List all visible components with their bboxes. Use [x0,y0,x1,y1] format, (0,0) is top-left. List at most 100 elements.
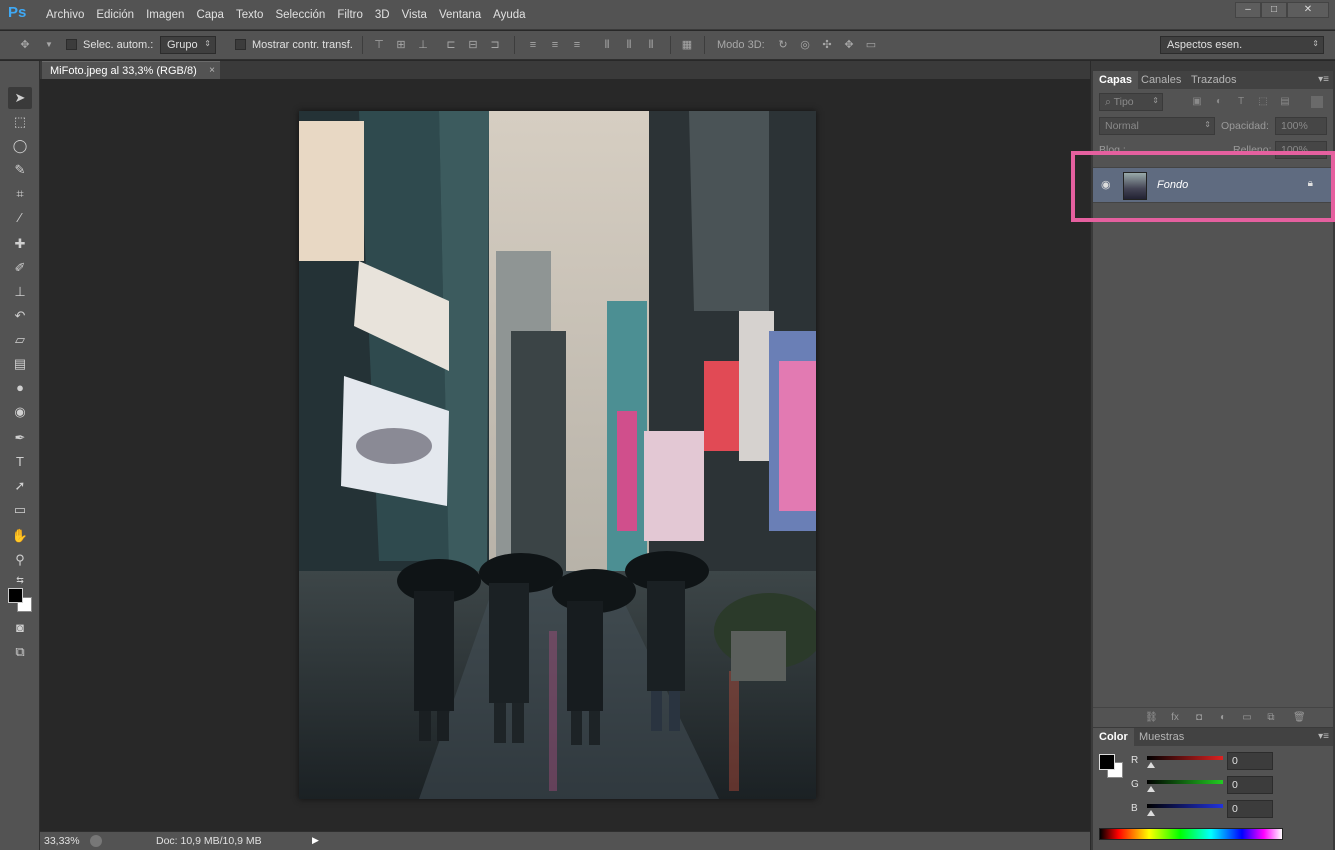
move-tool-preset-icon[interactable]: ✥ [18,38,32,52]
menu-ayuda[interactable]: Ayuda [487,9,531,21]
trash-icon[interactable]: 🗑︎ [1293,712,1306,724]
panel-menu-icon[interactable]: ▾≡ [1318,74,1329,85]
distribute-vcenter-icon[interactable]: ≡ [548,38,562,52]
channel-g-slider[interactable] [1147,780,1223,784]
maximize-button[interactable]: □ [1261,2,1287,18]
crop-tool-icon[interactable]: ⌗ [8,183,32,205]
menu-archivo[interactable]: Archivo [40,9,90,21]
close-icon[interactable]: × [209,65,215,76]
play-arrow-icon[interactable]: ▶ [312,835,319,846]
move-tool-icon[interactable]: ➤ [8,87,32,109]
eyedropper-tool-icon[interactable]: ⁄ [8,207,32,229]
minimize-button[interactable]: – [1235,2,1261,18]
clone-stamp-tool-icon[interactable]: ⊥ [8,281,32,303]
menu-3d[interactable]: 3D [369,9,396,21]
foreground-color-swatch[interactable] [1099,754,1115,770]
filter-type-icon[interactable]: T [1235,96,1247,108]
chevron-down-icon[interactable]: ▼ [42,38,56,52]
tab-canales[interactable]: Canales [1135,71,1187,89]
align-top-icon[interactable]: ⊤ [372,38,386,52]
tab-color[interactable]: Color [1093,728,1134,746]
slide-3d-icon[interactable]: ✥ [842,38,856,52]
path-selection-tool-icon[interactable]: ➚ [8,475,32,497]
link-layers-icon[interactable]: ⛓ [1145,712,1158,724]
color-spectrum-bar[interactable] [1099,828,1283,840]
channel-b-slider[interactable] [1147,804,1223,808]
new-group-icon[interactable]: ▭ [1241,712,1253,724]
menu-ventana[interactable]: Ventana [433,9,487,21]
workspace-dropdown[interactable]: Aspectos esen. ⇕ [1160,36,1324,54]
auto-select-dropdown[interactable]: Grupo ⇕ [160,36,216,54]
filter-smart-object-icon[interactable]: ▤ [1279,96,1291,108]
menu-imagen[interactable]: Imagen [140,9,190,21]
align-hcenter-icon[interactable]: ⊟ [466,38,480,52]
layer-filter-dropdown[interactable]: ⌕ Tipo ⇕ [1099,93,1163,111]
channel-r-knob[interactable] [1147,762,1155,768]
document-tab[interactable]: MiFoto.jpeg al 33,3% (RGB/8) × [42,61,220,79]
scale-3d-icon[interactable]: ▭ [864,38,878,52]
align-left-icon[interactable]: ⊏ [444,38,458,52]
channel-g-knob[interactable] [1147,786,1155,792]
new-layer-icon[interactable]: ⧉ [1265,712,1277,724]
type-tool-icon[interactable]: T [8,451,32,473]
menu-texto[interactable]: Texto [230,9,270,21]
document-image[interactable] [299,111,816,799]
fx-icon[interactable]: fx [1169,712,1181,724]
menu-edicion[interactable]: Edición [90,9,140,21]
rotate-3d-icon[interactable]: ↻ [776,38,790,52]
screen-mode-icon[interactable]: ⧉ [8,641,32,663]
eraser-tool-icon[interactable]: ▱ [8,329,32,351]
align-vcenter-icon[interactable]: ⊞ [394,38,408,52]
lasso-tool-icon[interactable]: ◯ [8,135,32,157]
show-transform-checkbox[interactable] [235,39,246,50]
close-button[interactable]: ✕ [1287,2,1329,18]
menu-capa[interactable]: Capa [190,9,230,21]
filter-pixel-icon[interactable]: ▣ [1191,96,1203,108]
pen-tool-icon[interactable]: ✒ [8,427,32,449]
status-info-icon[interactable] [90,835,102,847]
hand-tool-icon[interactable]: ✋ [8,525,32,547]
gradient-tool-icon[interactable]: ▤ [8,353,32,375]
rectangle-tool-icon[interactable]: ▭ [8,499,32,521]
marquee-tool-icon[interactable]: ⬚ [8,111,32,133]
add-mask-icon[interactable]: ◘ [1193,712,1205,724]
align-bottom-icon[interactable]: ⊥ [416,38,430,52]
tab-trazados[interactable]: Trazados [1185,71,1242,89]
filter-adjustment-icon[interactable]: ◐ [1213,96,1225,108]
adjustment-layer-icon[interactable]: ◐ [1217,712,1229,724]
menu-vista[interactable]: Vista [396,9,433,21]
align-right-icon[interactable]: ⊐ [488,38,502,52]
history-brush-tool-icon[interactable]: ↶ [8,305,32,327]
filter-shape-icon[interactable]: ⬚ [1257,96,1269,108]
channel-r-value[interactable]: 0 [1227,752,1273,770]
quick-selection-tool-icon[interactable]: ✎ [8,159,32,181]
roll-3d-icon[interactable]: ◎ [798,38,812,52]
quick-mask-icon[interactable]: ◙ [8,617,32,639]
foreground-color-swatch[interactable] [8,588,23,603]
distribute-hcenter-icon[interactable]: ⦀ [622,38,636,52]
channel-g-value[interactable]: 0 [1227,776,1273,794]
tab-muestras[interactable]: Muestras [1133,728,1190,746]
distribute-right-icon[interactable]: ⦀ [644,38,658,52]
tab-capas[interactable]: Capas [1093,71,1139,89]
auto-select-checkbox[interactable] [66,39,77,50]
channel-b-value[interactable]: 0 [1227,800,1273,818]
auto-align-icon[interactable]: ▦ [680,38,694,52]
opacity-input[interactable]: 100% [1275,117,1327,135]
channel-b-knob[interactable] [1147,810,1155,816]
panel-menu-icon[interactable]: ▾≡ [1318,731,1329,742]
menu-filtro[interactable]: Filtro [331,9,369,21]
zoom-tool-icon[interactable]: ⚲ [8,549,32,571]
blend-mode-dropdown[interactable]: Normal ⇕ [1099,117,1215,135]
dodge-tool-icon[interactable]: ◉ [8,401,32,423]
distribute-top-icon[interactable]: ≡ [526,38,540,52]
blur-tool-icon[interactable]: ● [8,377,32,399]
distribute-bottom-icon[interactable]: ≡ [570,38,584,52]
channel-r-slider[interactable] [1147,756,1223,760]
canvas-area[interactable] [40,79,1090,831]
drag-3d-icon[interactable]: ✣ [820,38,834,52]
filter-toggle-icon[interactable] [1311,96,1323,108]
zoom-level[interactable]: 33,33% [44,835,80,847]
distribute-left-icon[interactable]: ⦀ [600,38,614,52]
menu-seleccion[interactable]: Selección [269,9,331,21]
